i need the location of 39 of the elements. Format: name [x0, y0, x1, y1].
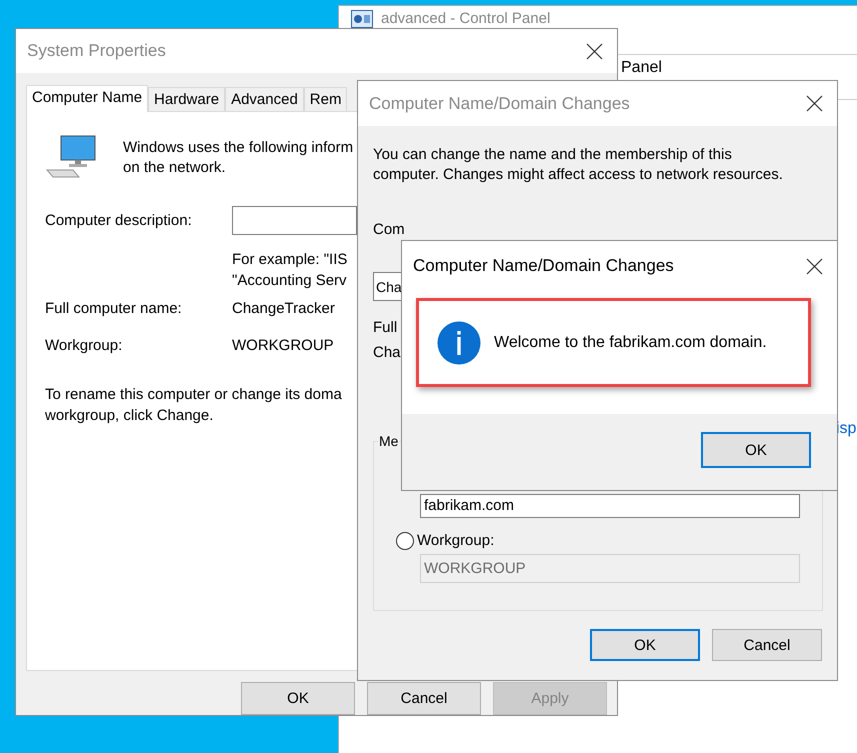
- field-label: Computer description:: [45, 211, 192, 231]
- field-value: ChangeTracker: [232, 300, 335, 317]
- intro-text: computer. Changes might affect access to network resources.: [373, 165, 783, 185]
- text-field[interactable]: fabrikam.com: [420, 494, 800, 518]
- window-title: Computer Name/Domain Changes: [369, 94, 630, 114]
- ok-button[interactable]: OK: [701, 432, 811, 468]
- rename-text: To rename this computer or change its doma: [45, 385, 342, 405]
- field-label: Full: [373, 318, 398, 338]
- close-icon[interactable]: [806, 258, 823, 274]
- breadcrumb[interactable]: Panel: [621, 59, 662, 77]
- tab[interactable]: Advanced: [225, 87, 304, 111]
- intro-text: You can change the name and the membership of this: [373, 145, 732, 165]
- intro-text: on the network.: [123, 158, 226, 178]
- window-title: System Properties: [27, 41, 166, 61]
- dialog-button[interactable]: Cancel: [712, 629, 822, 661]
- field-label: Workgroup:: [45, 337, 122, 354]
- control-panel-icon: [351, 10, 373, 28]
- intro-text: Windows uses the following inform: [123, 138, 354, 158]
- field-label: Full computer name:: [45, 300, 182, 317]
- dialog-button[interactable]: OK: [590, 629, 700, 661]
- description-field[interactable]: [232, 206, 357, 235]
- close-icon[interactable]: [806, 95, 823, 112]
- example-text: For example: "IIS: [232, 250, 348, 270]
- tab[interactable]: Hardware: [148, 87, 226, 111]
- close-icon[interactable]: [586, 42, 603, 60]
- computer-name-field[interactable]: Cha: [373, 272, 401, 301]
- example-text: "Accounting Serv: [232, 271, 347, 291]
- tab[interactable]: Rem: [304, 87, 348, 111]
- rename-text: workgroup, click Change.: [45, 406, 214, 426]
- tab[interactable]: Computer Name: [26, 85, 148, 112]
- field-label: Com: [373, 220, 405, 240]
- dialog-button[interactable]: OK: [241, 682, 355, 715]
- window-title: Computer Name/Domain Changes: [413, 256, 674, 276]
- field-value: Cha: [373, 343, 401, 363]
- dialog-button[interactable]: Cancel: [367, 682, 481, 715]
- info-icon: [437, 320, 481, 364]
- message-text: Welcome to the fabrikam.com domain.: [494, 334, 767, 352]
- field-value: WORKGROUP: [232, 337, 334, 354]
- window-title: advanced - Control Panel: [381, 10, 550, 28]
